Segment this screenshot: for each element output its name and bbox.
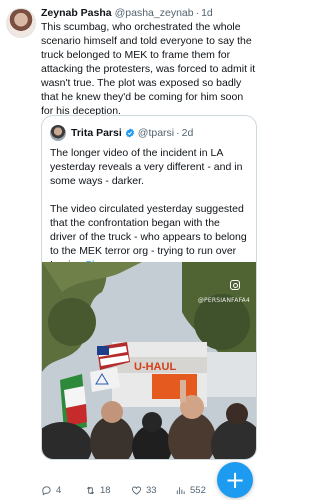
tweet-text: This scumbag, who orchestrated the whole… [41, 21, 256, 117]
quoted-author-handle[interactable]: @tparsi [138, 127, 174, 139]
reply-count: 4 [56, 484, 62, 496]
author-name[interactable]: Zeynab Pasha [41, 6, 112, 20]
author-handle[interactable]: @pasha_zeynab [115, 6, 194, 20]
views-count: 552 [190, 484, 206, 496]
quoted-separator-dot: · [176, 127, 180, 139]
heart-icon [131, 486, 142, 495]
separator-dot: · [195, 7, 200, 19]
protest-scene-image: U-HAUL [42, 262, 256, 459]
truck-sign-text: U-HAUL [134, 361, 176, 373]
tweet-header: Zeynab Pasha @pasha_zeynab · 1d [41, 6, 259, 20]
instagram-icon [230, 280, 240, 290]
tweet[interactable]: Zeynab Pasha @pasha_zeynab · 1d This scu… [0, 0, 263, 500]
video-watermark: @PERSIANFAFA4 [197, 297, 250, 304]
like-button[interactable]: 33 [131, 485, 175, 496]
quoted-paragraph-2-text: The video circulated yesterday suggested… [50, 203, 247, 271]
quoted-tweet-text: The longer video of the incident in LA y… [42, 141, 256, 272]
author-avatar[interactable] [6, 8, 36, 38]
retweet-button[interactable]: 18 [85, 485, 131, 496]
like-count: 33 [146, 484, 157, 496]
tweet-content: Zeynab Pasha @pasha_zeynab · 1d This scu… [41, 6, 259, 118]
retweet-icon [86, 486, 95, 494]
tweet-timestamp[interactable]: 1d [201, 6, 213, 20]
reply-icon [42, 485, 51, 495]
quoted-author-avatar[interactable] [50, 125, 66, 141]
video-media[interactable]: U-HAUL @PERSIANFAFA4 [42, 262, 256, 459]
retweet-count: 18 [100, 484, 111, 496]
quoted-tweet-header: Trita Parsi @tparsi · 2d [42, 116, 256, 141]
plus-icon: + [224, 466, 246, 494]
views-chart-icon [176, 486, 185, 494]
reply-button[interactable]: 4 [41, 485, 85, 496]
quoted-paragraph-1: The longer video of the incident in LA y… [50, 147, 243, 187]
compose-tweet-button[interactable]: + [217, 462, 253, 498]
quoted-timestamp[interactable]: 2d [182, 127, 194, 139]
verified-badge-icon [125, 128, 134, 138]
quoted-tweet[interactable]: Trita Parsi @tparsi · 2d The longer vide… [41, 115, 257, 460]
quoted-author-name[interactable]: Trita Parsi [71, 127, 122, 139]
